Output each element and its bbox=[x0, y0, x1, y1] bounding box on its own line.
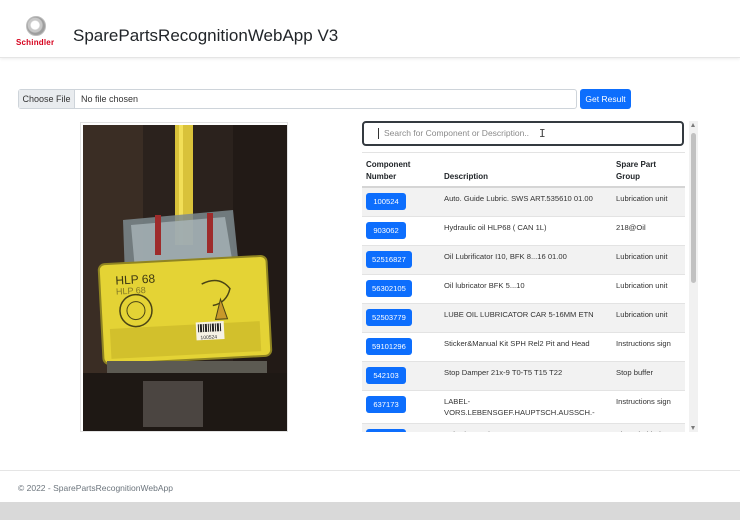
footer-copyright: © 2022 - SparePartsRecognitionWebApp bbox=[18, 483, 173, 493]
sticker-number: 100524 bbox=[200, 334, 217, 341]
schindler-logo[interactable]: Schindler bbox=[14, 16, 56, 54]
logo-wordmark: Schindler bbox=[16, 38, 55, 47]
description-cell: LABEL-VORS.LEBENSGEF.HAUPTSCH.AUSSCH.- bbox=[440, 390, 612, 424]
table-row: 637173 LABEL-VORS.LEBENSGEF.HAUPTSCH.AUS… bbox=[362, 390, 685, 424]
description-cell: Oil lubricator BFK 5...10 bbox=[440, 274, 612, 304]
description-cell: Hydraulic oil HLP68 ( CAN 1L) bbox=[440, 216, 612, 246]
file-status-text: No file chosen bbox=[81, 94, 139, 104]
table-row: 56302105 Oil lubricator BFK 5...10 Lubri… bbox=[362, 274, 685, 304]
description-cell: Bolt 3/4", 35 / 22 L= 138 mm bbox=[440, 423, 612, 432]
description-cell: Auto. Guide Lubric. SWS ART.535610 01.00 bbox=[440, 187, 612, 217]
group-cell: Lubrication unit bbox=[612, 274, 685, 304]
footer: © 2022 - SparePartsRecognitionWebApp bbox=[0, 470, 740, 502]
column-header-description: Description bbox=[440, 153, 612, 188]
window-bottom-edge bbox=[0, 502, 740, 520]
scrollbar-thumb[interactable] bbox=[691, 133, 696, 283]
container-label-text-2: HLP 68 bbox=[116, 285, 146, 297]
table-header-row: Component Number Description Spare Part … bbox=[362, 153, 685, 188]
group-cell: Instructions sign bbox=[612, 390, 685, 424]
group-cell: Stop buffer bbox=[612, 361, 685, 391]
component-number-button[interactable]: 52503779 bbox=[366, 308, 412, 326]
table-row: 100524 Auto. Guide Lubric. SWS ART.53561… bbox=[362, 187, 685, 217]
group-cell: Instructions sign bbox=[612, 332, 685, 362]
group-cell: 218@Oil bbox=[612, 216, 685, 246]
search-input[interactable]: Search for Component or Description.. I bbox=[362, 121, 684, 146]
table-row: Bolt 3/4", 35 / 22 L= 138 mm Threaded bo… bbox=[362, 423, 685, 432]
table-row: 52503779 LUBE OIL LUBRICATOR CAR 5-16MM … bbox=[362, 303, 685, 333]
table-row: 542103 Stop Damper 21x-9 T0-T5 T15 T22 S… bbox=[362, 361, 685, 391]
component-number-button[interactable]: 542103 bbox=[366, 366, 406, 384]
text-caret bbox=[378, 128, 379, 139]
file-input[interactable]: Choose File No file chosen bbox=[18, 89, 577, 109]
scroll-down-arrow-icon[interactable] bbox=[691, 426, 695, 430]
group-cell: Lubrication unit bbox=[612, 245, 685, 275]
table-scrollbar[interactable] bbox=[689, 121, 698, 432]
component-number-button[interactable]: 56302105 bbox=[366, 279, 412, 297]
table-row: 59101296 Sticker&Manual Kit SPH Rel2 Pit… bbox=[362, 332, 685, 362]
app-title[interactable]: SparePartsRecognitionWebApp V3 bbox=[73, 26, 338, 46]
cursor-ibeam-icon: I bbox=[539, 127, 546, 140]
table-row: 52516827 Oil Lubrificator I10, BFK 8...1… bbox=[362, 245, 685, 275]
description-cell: Stop Damper 21x-9 T0-T5 T15 T22 bbox=[440, 361, 612, 391]
get-result-button[interactable]: Get Result bbox=[580, 89, 631, 109]
group-cell: Lubrication unit bbox=[612, 303, 685, 333]
component-number-button[interactable]: 637173 bbox=[366, 395, 406, 413]
group-cell: Threaded bolt bbox=[612, 423, 685, 432]
column-header-component-number: Component Number bbox=[362, 153, 440, 188]
uploaded-photo: 100524 HLP 68 HLP 68 bbox=[83, 125, 287, 431]
description-cell: Oil Lubrificator I10, BFK 8...16 01.00 bbox=[440, 245, 612, 275]
results-table: Component Number Description Spare Part … bbox=[362, 153, 685, 432]
group-cell: Lubrication unit bbox=[612, 187, 685, 217]
table-row: 903062 Hydraulic oil HLP68 ( CAN 1L) 218… bbox=[362, 216, 685, 246]
component-number-button[interactable]: 59101296 bbox=[366, 337, 412, 355]
component-number-button[interactable]: 52516827 bbox=[366, 250, 412, 268]
uploaded-photo-frame: 100524 HLP 68 HLP 68 bbox=[80, 122, 288, 432]
choose-file-button[interactable]: Choose File bbox=[19, 90, 75, 108]
column-header-spare-part-group: Spare Part Group bbox=[612, 153, 685, 188]
photo-illustration: 100524 HLP 68 HLP 68 bbox=[83, 125, 287, 431]
navbar: Schindler SparePartsRecognitionWebApp V3 bbox=[0, 0, 740, 58]
scroll-up-arrow-icon[interactable] bbox=[691, 123, 695, 127]
component-number-button[interactable]: 903062 bbox=[366, 221, 406, 239]
description-cell: Sticker&Manual Kit SPH Rel2 Pit and Head bbox=[440, 332, 612, 362]
search-placeholder: Search for Component or Description.. bbox=[384, 128, 530, 138]
logo-emblem-icon bbox=[26, 16, 46, 36]
results-table-container[interactable]: Component Number Description Spare Part … bbox=[362, 152, 685, 432]
component-number-button[interactable] bbox=[366, 428, 406, 432]
component-number-button[interactable]: 100524 bbox=[366, 193, 406, 210]
description-cell: LUBE OIL LUBRICATOR CAR 5-16MM ETN bbox=[440, 303, 612, 333]
